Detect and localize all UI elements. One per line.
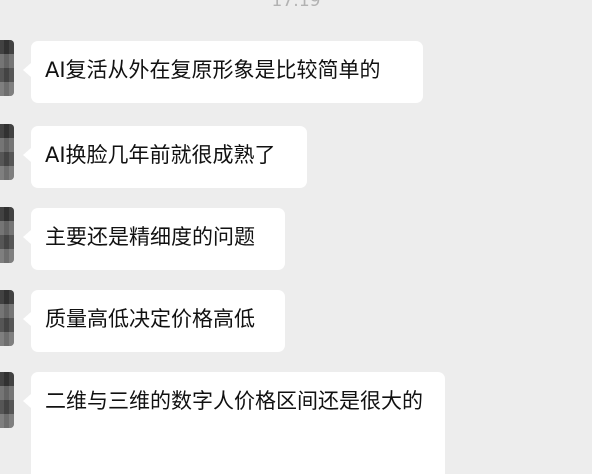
message-bubble[interactable]: AI换脸几年前就很成熟了 bbox=[23, 126, 307, 188]
avatar-mosaic bbox=[0, 290, 14, 346]
message-text: AI换脸几年前就很成熟了 bbox=[45, 143, 276, 167]
sender-avatar[interactable] bbox=[0, 290, 14, 346]
message-text: 二维与三维的数字人价格区间还是很大的 bbox=[45, 389, 423, 413]
message-bubble[interactable]: 主要还是精细度的问题 bbox=[23, 208, 285, 270]
sender-avatar[interactable] bbox=[0, 124, 14, 180]
sender-avatar[interactable] bbox=[0, 372, 14, 428]
avatar-mosaic bbox=[0, 124, 14, 180]
chat-timestamp: 17:19 bbox=[271, 0, 321, 11]
avatar-mosaic bbox=[0, 40, 14, 96]
message-text: 质量高低决定价格高低 bbox=[45, 307, 255, 331]
sender-avatar[interactable] bbox=[0, 207, 14, 263]
avatar-mosaic bbox=[0, 372, 14, 428]
message-text: AI复活从外在复原形象是比较简单的 bbox=[45, 58, 381, 82]
message-bubble[interactable]: 质量高低决定价格高低 bbox=[23, 290, 285, 352]
message-bubble[interactable]: 二维与三维的数字人价格区间还是很大的 bbox=[23, 372, 445, 474]
avatar-mosaic bbox=[0, 207, 14, 263]
message-text: 主要还是精细度的问题 bbox=[45, 225, 255, 249]
message-bubble[interactable]: AI复活从外在复原形象是比较简单的 bbox=[23, 41, 423, 103]
sender-avatar[interactable] bbox=[0, 40, 14, 96]
